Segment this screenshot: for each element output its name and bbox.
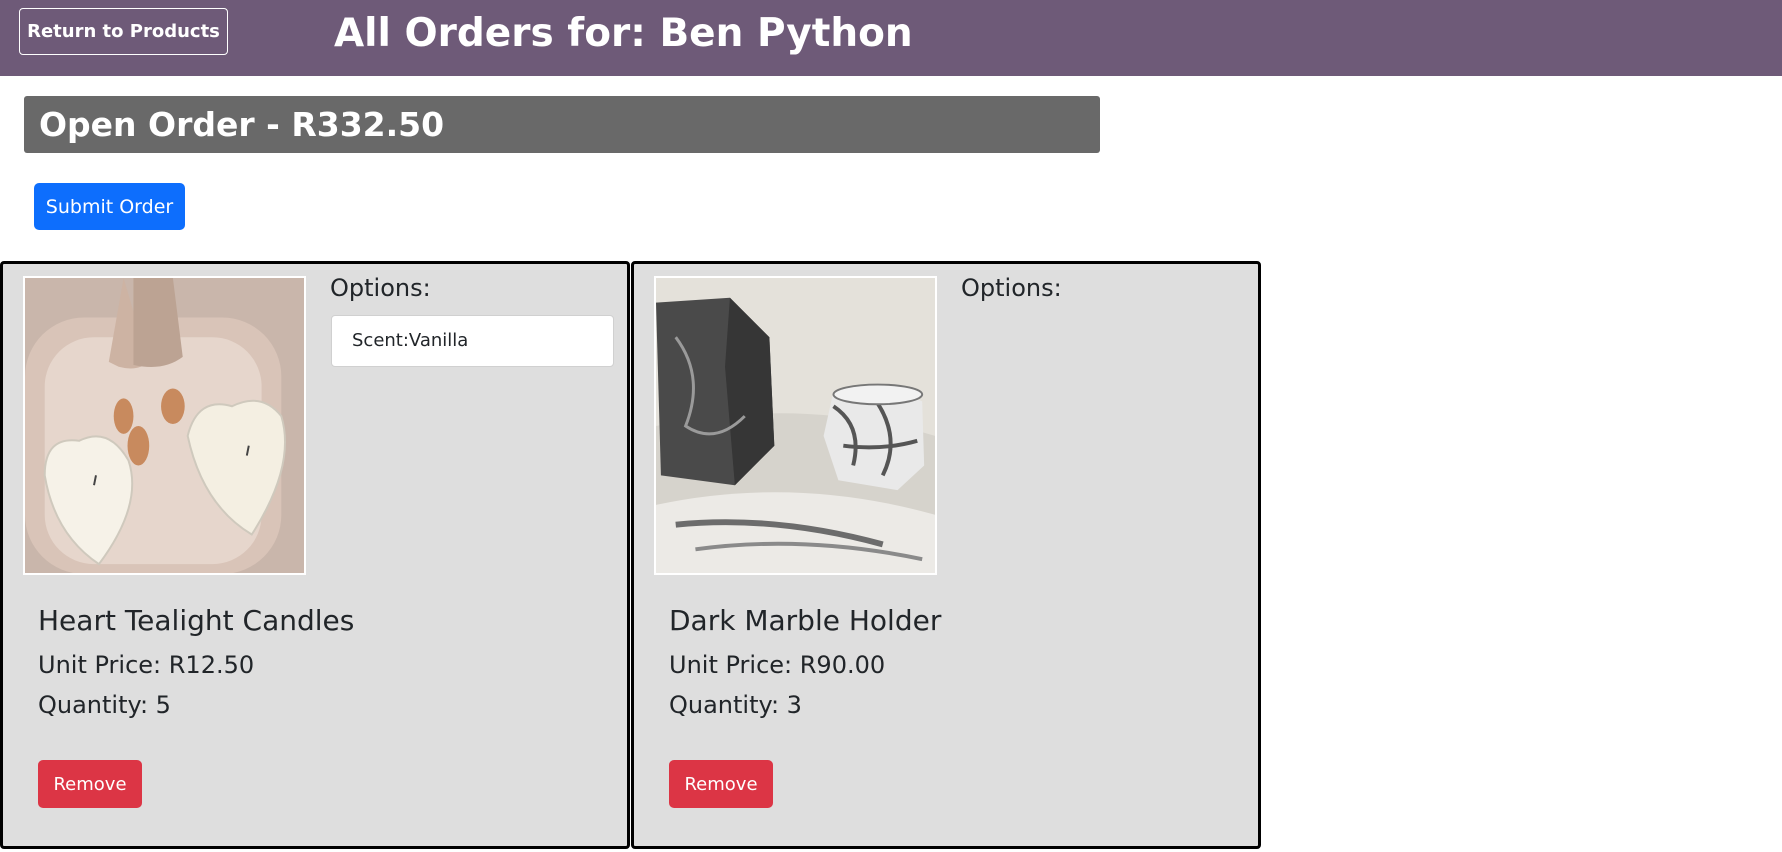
product-name: Dark Marble Holder: [669, 604, 942, 637]
options-label: Options:: [961, 274, 1062, 302]
options-label: Options:: [330, 274, 431, 302]
page-title: All Orders for: Ben Python: [334, 11, 913, 56]
product-name: Heart Tealight Candles: [38, 604, 355, 637]
remove-button[interactable]: Remove: [669, 760, 773, 808]
top-navbar: Return to Products All Orders for: Ben P…: [0, 0, 1782, 76]
quantity: Quantity: 3: [669, 691, 802, 719]
order-item-card: Options: Scent:Vanilla Heart Tealight Ca…: [0, 261, 630, 849]
unit-price: Unit Price: R90.00: [669, 651, 886, 679]
option-scent: Scent:Vanilla: [331, 315, 614, 367]
remove-button[interactable]: Remove: [38, 760, 142, 808]
open-order-header: Open Order - R332.50: [24, 96, 1100, 153]
order-item-card: Options: Dark Marble Holder Unit Price: …: [631, 261, 1261, 849]
product-image-heart-tealight-candles: [23, 276, 306, 575]
product-image-dark-marble-holder: [654, 276, 937, 575]
submit-order-button[interactable]: Submit Order: [34, 183, 185, 230]
return-to-products-button[interactable]: Return to Products: [19, 8, 228, 55]
unit-price: Unit Price: R12.50: [38, 651, 255, 679]
quantity: Quantity: 5: [38, 691, 171, 719]
